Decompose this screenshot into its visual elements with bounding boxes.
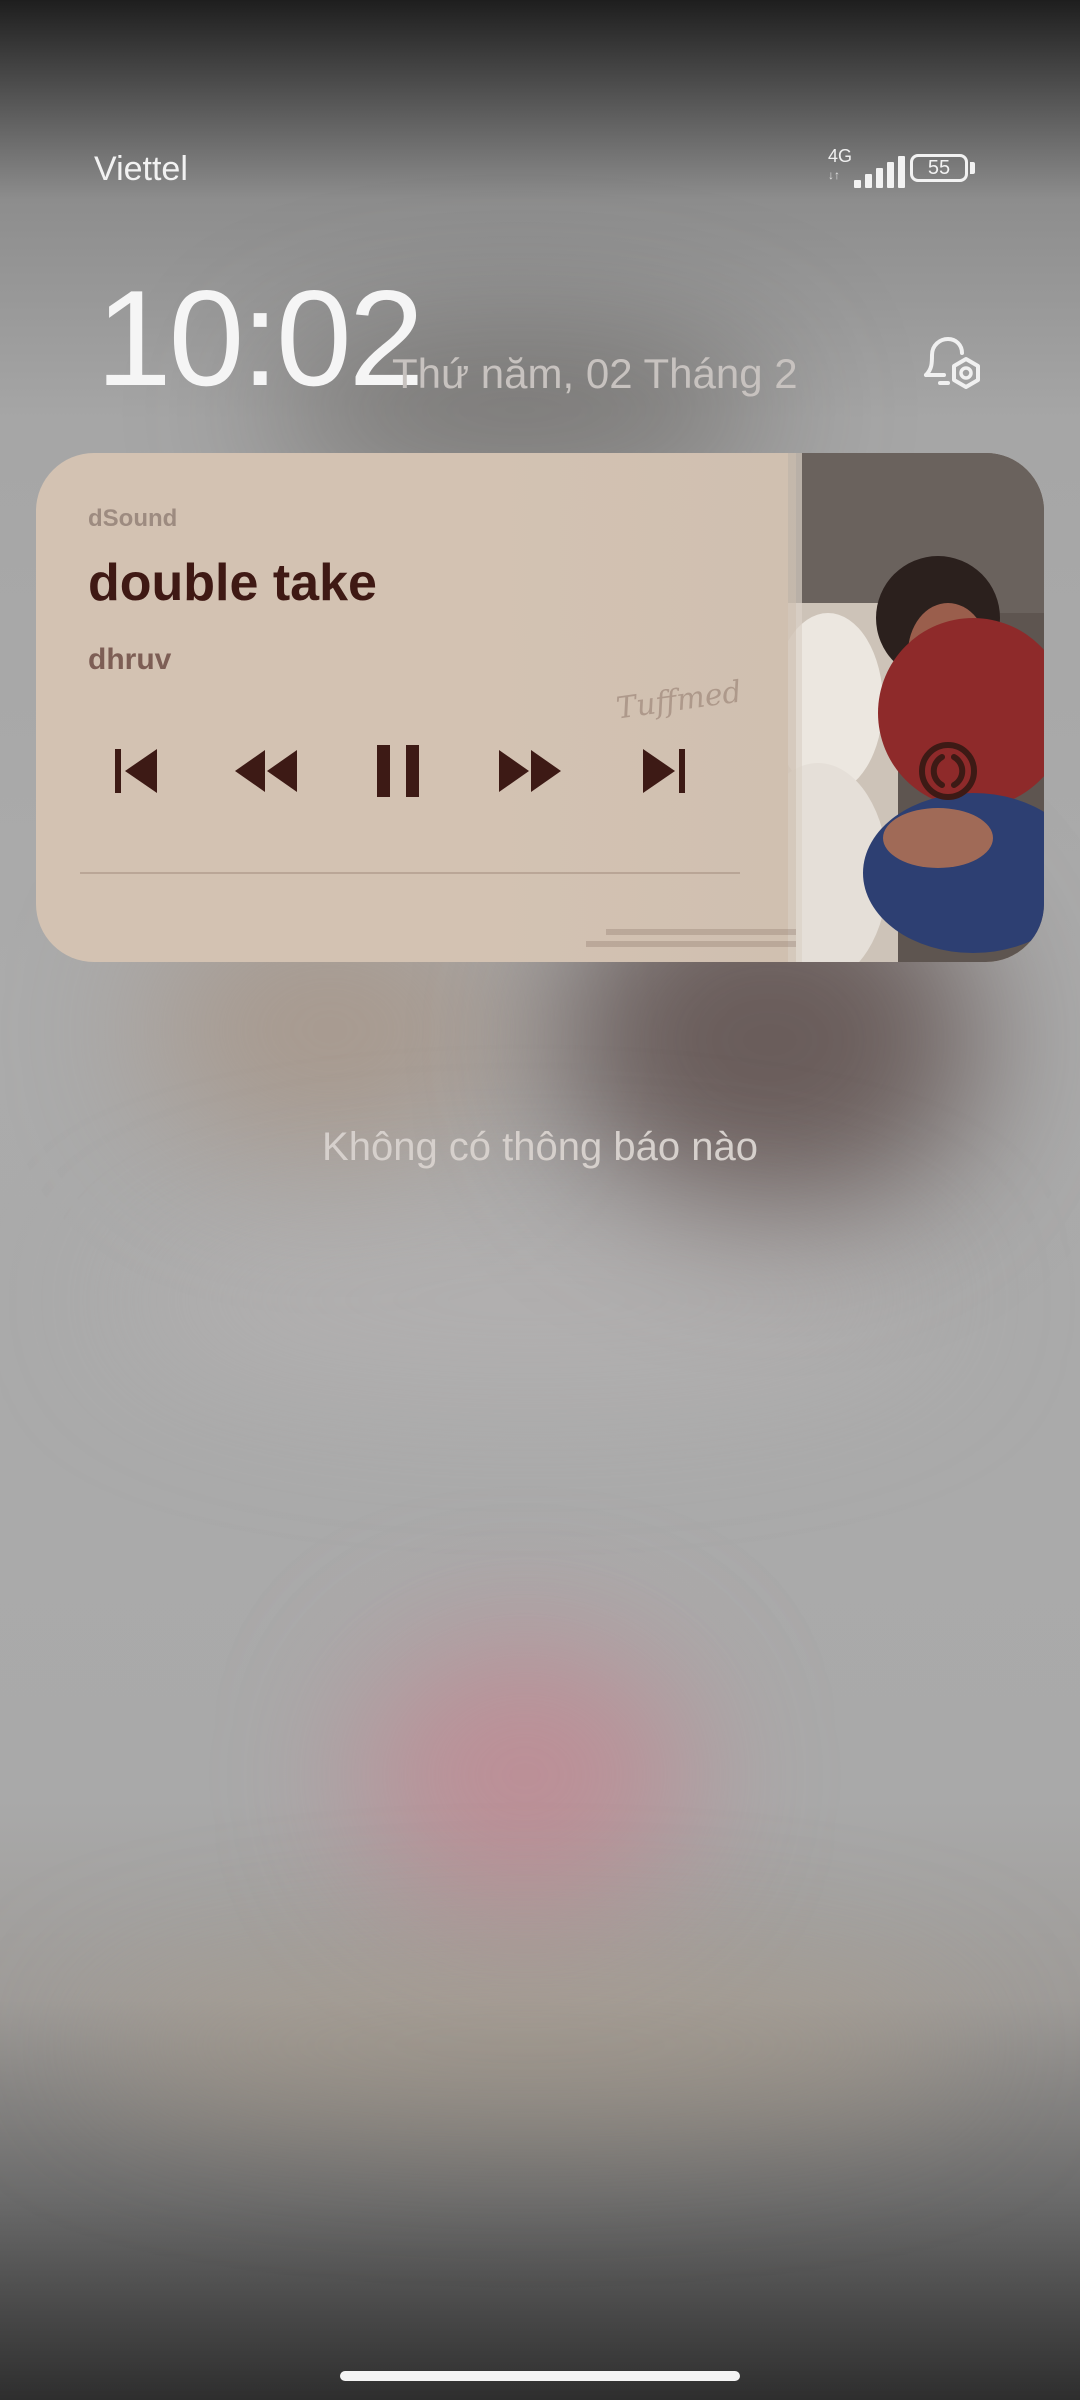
network-type: 4G — [828, 146, 853, 166]
alarm-settings-icon[interactable] — [918, 333, 988, 401]
previous-track-button[interactable] — [88, 723, 184, 819]
output-device-button[interactable] — [900, 723, 996, 819]
battery-icon: 55 — [910, 154, 968, 182]
status-bar: Viettel 4G ↓↑ 55 — [0, 0, 1080, 200]
media-player-card[interactable]: Tuffmed dSound double take dhruv — [36, 453, 1044, 962]
track-artist: dhruv — [88, 643, 172, 676]
pause-icon — [377, 745, 419, 797]
album-art-credits — [566, 927, 796, 947]
broadcast-icon — [919, 742, 977, 800]
lockscreen-date: Thứ năm, 02 Tháng 2 — [392, 350, 798, 397]
fast-forward-icon — [499, 750, 561, 792]
lockscreen-clock: 10:02 — [96, 262, 424, 414]
media-app-name: dSound — [88, 505, 178, 532]
next-track-button[interactable] — [616, 723, 712, 819]
battery-level: 55 — [927, 157, 951, 179]
no-notifications-text: Không có thông báo nào — [322, 1125, 758, 1169]
rewind-icon — [235, 750, 297, 792]
home-indicator[interactable] — [340, 2371, 740, 2381]
album-art — [788, 453, 1044, 962]
network-activity-icon: ↓↑ — [828, 168, 840, 182]
rewind-button[interactable] — [218, 723, 314, 819]
skip-previous-icon — [115, 749, 157, 793]
playback-progress-bar[interactable] — [80, 872, 740, 874]
carrier-name: Viettel — [94, 150, 188, 188]
skip-next-icon — [643, 749, 685, 793]
fast-forward-button[interactable] — [482, 723, 578, 819]
pause-button[interactable] — [350, 723, 446, 819]
track-title: double take — [88, 554, 377, 612]
battery-tip — [970, 162, 975, 174]
